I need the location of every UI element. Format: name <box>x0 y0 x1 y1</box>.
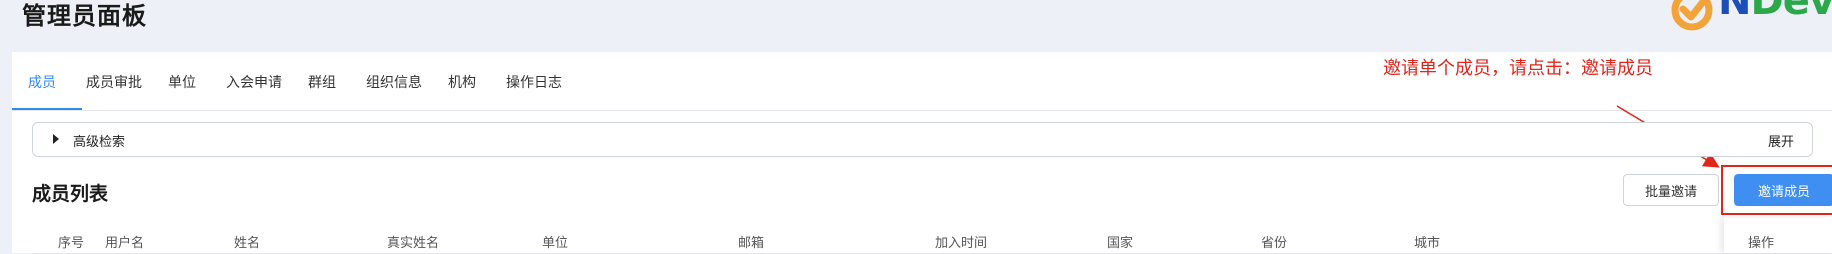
logo-wordmark-n: N <box>1718 0 1751 24</box>
tab-groups[interactable]: 群组 <box>308 72 336 92</box>
tab-member-approval[interactable]: 成员审批 <box>86 72 142 92</box>
column-header-actions: 操作 <box>1748 236 1775 251</box>
tab-join-requests[interactable]: 入会申请 <box>226 72 282 92</box>
caret-right-icon <box>53 134 59 144</box>
active-tab-indicator <box>12 108 82 110</box>
expand-toggle[interactable]: 展开 <box>1768 131 1794 150</box>
column-header-city: 城市 <box>1414 236 1441 251</box>
column-header-email: 邮箱 <box>738 236 765 251</box>
main-panel: 成员 成员审批 单位 入会申请 群组 组织信息 机构 操作日志 邀请单个成员，请… <box>12 52 1832 254</box>
column-header-username: 用户名 <box>105 236 145 251</box>
column-header-index: 序号 <box>58 236 85 251</box>
column-header-country: 国家 <box>1107 236 1134 251</box>
logo-wordmark-dev: Dev <box>1750 0 1832 24</box>
tab-institutions[interactable]: 机构 <box>448 72 476 92</box>
column-header-unit: 单位 <box>542 236 569 251</box>
logo-wordmark: NDev <box>1718 0 1832 24</box>
advanced-search-label: 高级检索 <box>73 135 126 150</box>
column-header-join-time: 加入时间 <box>935 236 988 251</box>
column-header-name: 姓名 <box>234 236 261 251</box>
logo-check-icon <box>1671 0 1713 31</box>
table-header: 序号 用户名 姓名 真实姓名 单位 邮箱 加入时间 国家 省份 城市 <box>34 223 1832 254</box>
tab-org-info[interactable]: 组织信息 <box>366 72 422 92</box>
actions-column-header-cell: 操作 <box>1724 218 1832 253</box>
tab-units[interactable]: 单位 <box>168 72 196 92</box>
advanced-search-bar[interactable]: 高级检索 展开 <box>32 122 1813 157</box>
column-header-province: 省份 <box>1261 236 1288 251</box>
batch-invite-button[interactable]: 批量邀请 <box>1623 174 1719 206</box>
member-list-title: 成员列表 <box>32 183 109 205</box>
tab-members[interactable]: 成员 <box>28 72 56 92</box>
tab-operation-log[interactable]: 操作日志 <box>506 72 562 92</box>
brand-logo: NDev <box>1664 0 1832 34</box>
page-title: 管理员面板 <box>22 2 147 30</box>
annotation-highlight-box <box>1721 165 1832 215</box>
annotation-note: 邀请单个成员，请点击：邀请成员 <box>1383 58 1653 79</box>
column-header-real-name: 真实姓名 <box>387 236 440 251</box>
